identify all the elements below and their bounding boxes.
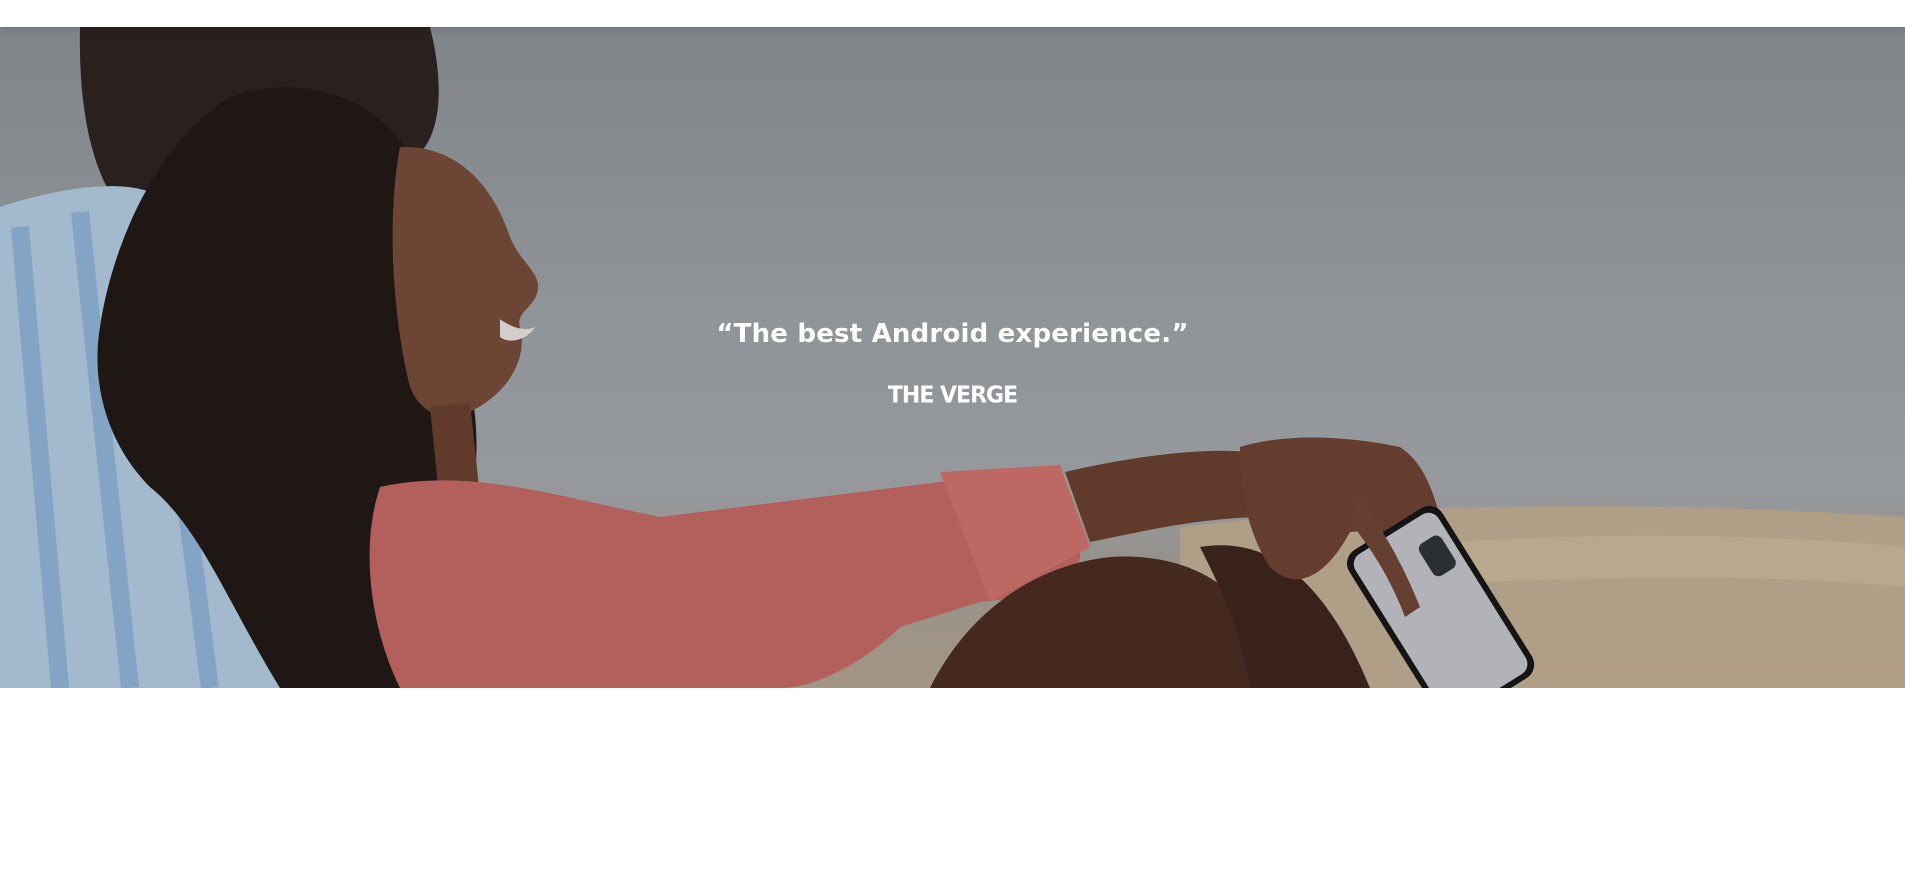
hero-dim-overlay xyxy=(0,27,1905,688)
top-nav-bar xyxy=(0,0,1905,27)
testimonial-quote: “The best Android experience.” xyxy=(716,319,1189,349)
the-verge-logo: THE VERGE xyxy=(887,382,1018,409)
hero-banner: “The best Android experience.” THE VERGE xyxy=(0,27,1905,688)
